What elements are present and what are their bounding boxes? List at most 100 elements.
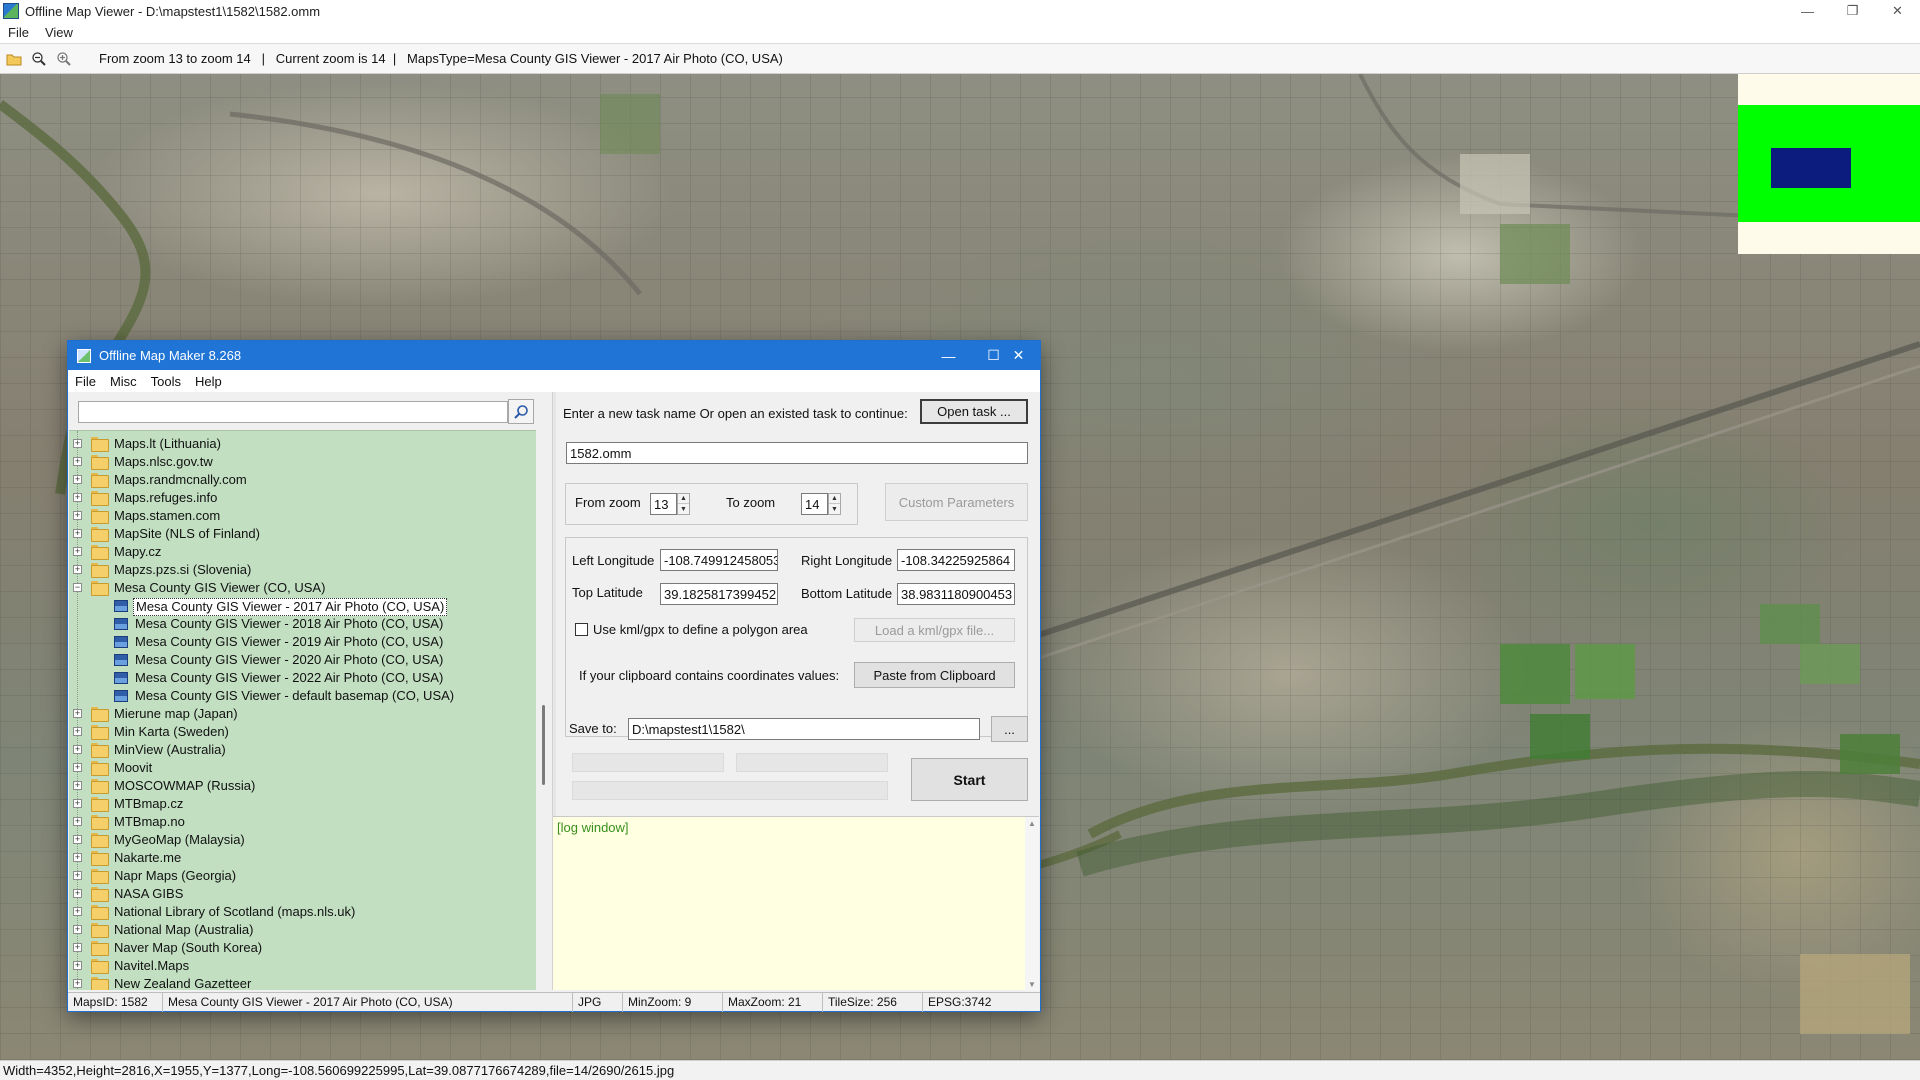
tree-folder-item[interactable]: + New Zealand Gazetteer <box>69 975 536 990</box>
expand-icon[interactable]: + <box>73 727 82 736</box>
expand-icon[interactable]: + <box>73 511 82 520</box>
expand-icon[interactable]: + <box>73 439 82 448</box>
expand-icon[interactable]: + <box>73 565 82 574</box>
restore-button[interactable]: ❐ <box>1830 0 1875 22</box>
dialog-minimize-button[interactable]: — <box>926 341 971 370</box>
expand-icon[interactable]: + <box>73 943 82 952</box>
menu-file[interactable]: File <box>0 25 37 40</box>
dialog-menu-help[interactable]: Help <box>188 374 229 389</box>
expand-icon[interactable]: + <box>73 493 82 502</box>
top-latitude-input[interactable]: 39.1825817399452 <box>660 583 778 605</box>
to-zoom-input[interactable]: 14 <box>801 493 828 515</box>
expand-icon[interactable]: + <box>73 817 82 826</box>
task-name-input[interactable]: 1582.omm <box>566 442 1028 464</box>
tree-folder-item[interactable]: + Navitel.Maps <box>69 957 536 975</box>
spin-down-icon[interactable]: ▼ <box>678 504 689 514</box>
custom-parameters-button[interactable]: Custom Parameters <box>885 483 1028 521</box>
tree-folder-item[interactable]: + NASA GIBS <box>69 885 536 903</box>
expand-icon[interactable]: + <box>73 457 82 466</box>
expand-icon[interactable]: + <box>73 961 82 970</box>
zoom-in-icon[interactable] <box>53 48 75 70</box>
tree-folder-item[interactable]: + Napr Maps (Georgia) <box>69 867 536 885</box>
expand-icon[interactable]: + <box>73 529 82 538</box>
expand-icon[interactable]: + <box>73 835 82 844</box>
tree-folder-item[interactable]: + Min Karta (Sweden) <box>69 723 536 741</box>
search-button[interactable] <box>508 399 534 424</box>
bottom-latitude-input[interactable]: 38.9831180900453 <box>897 583 1015 605</box>
tree-scrollbar[interactable] <box>536 430 552 990</box>
from-zoom-input[interactable]: 13 <box>650 493 677 515</box>
tree-folder-item[interactable]: − Mesa County GIS Viewer (CO, USA) <box>69 579 536 597</box>
tree-folder-item[interactable]: + Maps.nlsc.gov.tw <box>69 453 536 471</box>
spin-up-icon[interactable]: ▲ <box>829 494 840 504</box>
tree-folder-item[interactable]: + Maps.refuges.info <box>69 489 536 507</box>
log-scrollbar[interactable]: ▲ ▼ <box>1025 817 1039 991</box>
overview-minimap[interactable] <box>1738 74 1920 254</box>
expand-icon[interactable]: + <box>73 889 82 898</box>
tree-folder-item[interactable]: + Maps.lt (Lithuania) <box>69 435 536 453</box>
tree-folder-item[interactable]: + MOSCOWMAP (Russia) <box>69 777 536 795</box>
dialog-menu-file[interactable]: File <box>68 374 103 389</box>
minimize-button[interactable]: — <box>1785 0 1830 22</box>
tree-folder-item[interactable]: + National Map (Australia) <box>69 921 536 939</box>
tree-folder-item[interactable]: + MTBmap.cz <box>69 795 536 813</box>
collapse-icon[interactable]: − <box>73 583 82 592</box>
left-longitude-input[interactable]: -108.749912458053 <box>660 549 778 571</box>
tree-folder-item[interactable]: + Mapzs.pzs.si (Slovenia) <box>69 561 536 579</box>
right-longitude-input[interactable]: -108.34225925864 <box>897 549 1015 571</box>
open-folder-icon[interactable] <box>3 48 25 70</box>
dialog-titlebar[interactable]: Offline Map Maker 8.268 — ☐ ✕ <box>68 341 1040 370</box>
tree-child-item[interactable]: Mesa County GIS Viewer - 2019 Air Photo … <box>69 633 536 651</box>
spin-up-icon[interactable]: ▲ <box>678 494 689 504</box>
expand-icon[interactable]: + <box>73 475 82 484</box>
tree-folder-item[interactable]: + MapSite (NLS of Finland) <box>69 525 536 543</box>
open-task-button[interactable]: Open task ... <box>920 399 1028 424</box>
expand-icon[interactable]: + <box>73 763 82 772</box>
kml-polygon-checkbox[interactable] <box>575 623 588 636</box>
tree-folder-item[interactable]: + MyGeoMap (Malaysia) <box>69 831 536 849</box>
tree-folder-item[interactable]: + Mierune map (Japan) <box>69 705 536 723</box>
overview-viewport-marker[interactable] <box>1771 148 1851 188</box>
dialog-menu-misc[interactable]: Misc <box>103 374 144 389</box>
tree-child-item[interactable]: Mesa County GIS Viewer - default basemap… <box>69 687 536 705</box>
expand-icon[interactable]: + <box>73 799 82 808</box>
tree-folder-item[interactable]: + Nakarte.me <box>69 849 536 867</box>
menu-view[interactable]: View <box>37 25 81 40</box>
start-button[interactable]: Start <box>911 758 1028 801</box>
browse-folder-button[interactable]: ... <box>991 716 1028 742</box>
expand-icon[interactable]: + <box>73 745 82 754</box>
expand-icon[interactable]: + <box>73 907 82 916</box>
tree-child-item[interactable]: Mesa County GIS Viewer - 2022 Air Photo … <box>69 669 536 687</box>
tree-folder-item[interactable]: + MTBmap.no <box>69 813 536 831</box>
tree-folder-item[interactable]: + Moovit <box>69 759 536 777</box>
load-kml-button[interactable]: Load a kml/gpx file... <box>854 618 1015 642</box>
tree-scroll-thumb[interactable] <box>542 705 545 785</box>
maps-search-input[interactable] <box>78 401 508 423</box>
save-to-input[interactable]: D:\mapstest1\1582\ <box>628 718 980 740</box>
to-zoom-spinner[interactable]: ▲ ▼ <box>828 493 841 515</box>
scroll-down-icon[interactable]: ▼ <box>1028 980 1036 989</box>
dialog-menu-tools[interactable]: Tools <box>144 374 188 389</box>
expand-icon[interactable]: + <box>73 853 82 862</box>
expand-icon[interactable]: + <box>73 781 82 790</box>
dialog-close-button[interactable]: ✕ <box>996 341 1041 370</box>
close-button[interactable]: ✕ <box>1875 0 1920 22</box>
expand-icon[interactable]: + <box>73 925 82 934</box>
zoom-out-icon[interactable] <box>28 48 50 70</box>
tree-folder-item[interactable]: + Maps.randmcnally.com <box>69 471 536 489</box>
paste-from-clipboard-button[interactable]: Paste from Clipboard <box>854 662 1015 688</box>
expand-icon[interactable]: + <box>73 871 82 880</box>
maps-tree[interactable]: + Maps.lt (Lithuania) + Maps.nlsc.gov.tw + Ma… <box>69 430 536 990</box>
tree-child-item[interactable]: Mesa County GIS Viewer - 2018 Air Photo … <box>69 615 536 633</box>
tree-folder-item[interactable]: + Mapy.cz <box>69 543 536 561</box>
tree-folder-item[interactable]: + Naver Map (South Korea) <box>69 939 536 957</box>
tree-folder-item[interactable]: + MinView (Australia) <box>69 741 536 759</box>
tree-child-item[interactable]: Mesa County GIS Viewer - 2017 Air Photo … <box>69 597 536 616</box>
expand-icon[interactable]: + <box>73 547 82 556</box>
log-window[interactable]: [log window] ▲ ▼ <box>553 816 1039 991</box>
tree-child-item[interactable]: Mesa County GIS Viewer - 2020 Air Photo … <box>69 651 536 669</box>
expand-icon[interactable]: + <box>73 979 82 988</box>
tree-folder-item[interactable]: + National Library of Scotland (maps.nls.… <box>69 903 536 921</box>
spin-down-icon[interactable]: ▼ <box>829 504 840 514</box>
expand-icon[interactable]: + <box>73 709 82 718</box>
